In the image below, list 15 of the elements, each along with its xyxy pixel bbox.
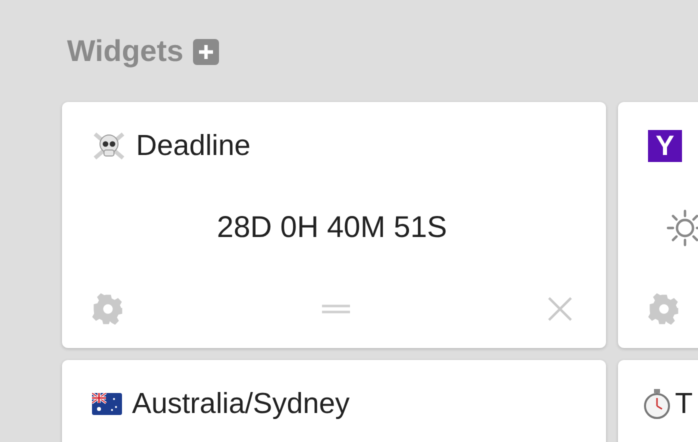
add-icon[interactable]	[193, 39, 220, 65]
drag-handle-icon[interactable]	[322, 304, 350, 314]
widget-title: Australia/Sydney	[132, 388, 350, 420]
widget-title: T	[675, 388, 693, 420]
page-title: Widgets	[67, 35, 184, 69]
settings-icon[interactable]	[92, 293, 124, 325]
stopwatch-icon	[642, 388, 672, 420]
settings-icon[interactable]	[648, 293, 680, 325]
widget-title: Deadline	[136, 130, 250, 162]
sun-icon	[666, 209, 698, 247]
flag-icon	[92, 393, 122, 415]
logo-icon: Y	[648, 130, 682, 162]
close-icon[interactable]	[548, 297, 572, 321]
countdown-text: 28D 0H 40M 51S	[216, 211, 448, 245]
skull-crossbones-icon	[92, 130, 126, 162]
